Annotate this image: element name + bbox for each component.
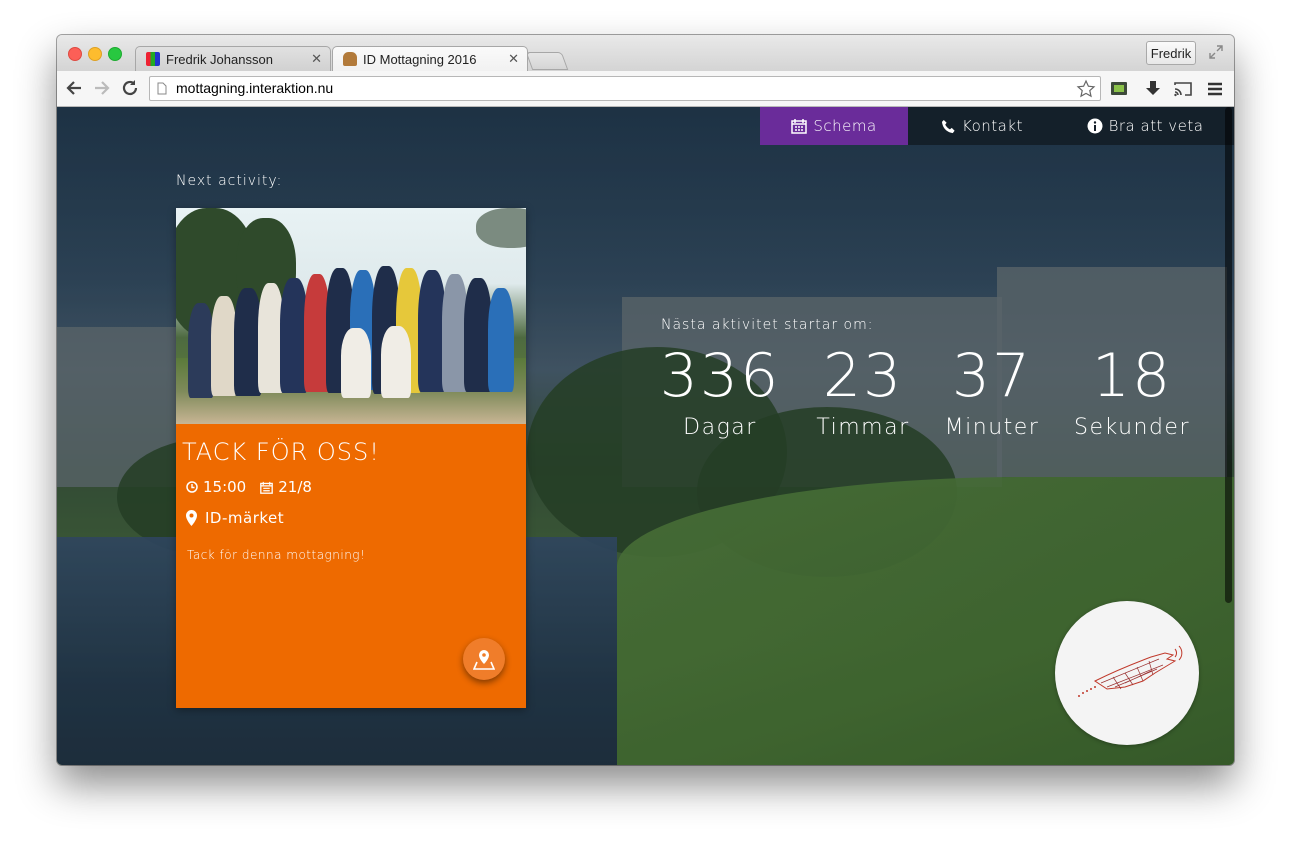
map-marker-icon bbox=[186, 510, 197, 526]
countdown-value: 37 bbox=[951, 341, 1033, 411]
tab-bar: Fredrik Johansson ✕ ID Mottagning 2016 ✕… bbox=[57, 35, 1234, 71]
browser-toolbar: mottagning.interaktion.nu bbox=[57, 71, 1234, 107]
info-icon bbox=[1087, 118, 1103, 134]
close-window-button[interactable] bbox=[68, 47, 82, 61]
activity-date-text: 21/8 bbox=[278, 478, 312, 496]
countdown-value: 336 bbox=[659, 341, 781, 411]
tab-title: Fredrik Johansson bbox=[166, 52, 273, 67]
tab-close-icon[interactable]: ✕ bbox=[311, 51, 322, 67]
reload-icon[interactable] bbox=[121, 79, 139, 97]
cast-icon[interactable] bbox=[1173, 79, 1193, 99]
browser-window: Fredrik Johansson ✕ ID Mottagning 2016 ✕… bbox=[57, 35, 1234, 765]
activity-location-text: ID-märket bbox=[205, 509, 285, 527]
address-bar[interactable]: mottagning.interaktion.nu bbox=[149, 76, 1101, 101]
countdown-label: Dagar bbox=[683, 415, 757, 440]
tab-id-mottagning[interactable]: ID Mottagning 2016 ✕ bbox=[332, 46, 528, 71]
profile-button[interactable]: Fredrik bbox=[1146, 41, 1196, 65]
nav-item-schema[interactable]: Schema bbox=[760, 107, 908, 145]
nav-label: Kontakt bbox=[962, 117, 1023, 135]
activity-card[interactable]: TACK FÖR OSS! 15:00 21/8 ID-märket Tack … bbox=[176, 208, 526, 708]
tab-title: ID Mottagning 2016 bbox=[363, 52, 477, 67]
fullscreen-icon[interactable] bbox=[1208, 44, 1224, 60]
nav-label: Bra att veta bbox=[1108, 117, 1204, 135]
countdown-value: 18 bbox=[1091, 341, 1173, 411]
zoom-window-button[interactable] bbox=[108, 47, 122, 61]
phone-icon bbox=[941, 119, 955, 133]
activity-description: Tack för denna mottagning! bbox=[187, 548, 366, 562]
countdown-label: Minuter bbox=[944, 415, 1040, 440]
nav-item-kontakt[interactable]: Kontakt bbox=[908, 107, 1056, 145]
calendar-icon bbox=[260, 481, 274, 494]
back-arrow-icon[interactable] bbox=[65, 79, 83, 97]
minimize-window-button[interactable] bbox=[88, 47, 102, 61]
activity-title: TACK FÖR OSS! bbox=[182, 438, 380, 466]
page-icon bbox=[157, 82, 167, 95]
page-scrollbar[interactable] bbox=[1225, 107, 1232, 603]
countdown-label: Sekunder bbox=[1074, 415, 1190, 440]
countdown-heading: Nästa aktivitet startar om: bbox=[661, 317, 874, 333]
hand-logo-button[interactable] bbox=[1055, 601, 1199, 745]
nav-item-bra-att-veta[interactable]: Bra att veta bbox=[1056, 107, 1234, 145]
new-tab-button[interactable] bbox=[525, 52, 569, 70]
web-page: Schema Kontakt Bra att veta Next activit… bbox=[57, 107, 1234, 765]
countdown-minutes: 37 Minuter bbox=[922, 339, 1062, 440]
menu-icon[interactable] bbox=[1205, 79, 1225, 99]
main-nav: Schema Kontakt Bra att veta bbox=[760, 107, 1234, 145]
download-icon[interactable] bbox=[1143, 79, 1163, 99]
activity-time-text: 15:00 bbox=[203, 478, 247, 496]
hand-logo-icon bbox=[1078, 645, 1183, 697]
forward-arrow-icon[interactable] bbox=[93, 79, 111, 97]
nav-label: Schema bbox=[813, 117, 877, 135]
tab-close-icon[interactable]: ✕ bbox=[508, 51, 519, 67]
clock-icon bbox=[186, 481, 198, 493]
url-text: mottagning.interaktion.nu bbox=[176, 80, 334, 96]
next-activity-heading: Next activity: bbox=[176, 173, 283, 189]
activity-meta: 15:00 21/8 bbox=[186, 478, 312, 496]
tab-fredrik-johansson[interactable]: Fredrik Johansson ✕ bbox=[135, 46, 331, 71]
bookmark-star-icon[interactable] bbox=[1076, 79, 1096, 99]
show-map-button[interactable] bbox=[463, 638, 505, 680]
extension-icon[interactable] bbox=[1109, 79, 1129, 99]
countdown-seconds: 18 Sekunder bbox=[1062, 339, 1202, 440]
favicon-icon bbox=[146, 52, 160, 66]
activity-date: 21/8 bbox=[260, 478, 312, 496]
calendar-icon bbox=[791, 119, 808, 134]
activity-location: ID-märket bbox=[186, 509, 284, 527]
activity-time: 15:00 bbox=[186, 478, 246, 496]
favicon-icon bbox=[343, 52, 357, 66]
map-pin-icon bbox=[473, 650, 495, 670]
countdown-label: Timmar bbox=[816, 415, 910, 440]
countdown-value: 23 bbox=[822, 341, 904, 411]
countdown-days: 336 Dagar bbox=[650, 339, 790, 440]
activity-photo bbox=[176, 208, 526, 424]
countdown-hours: 23 Timmar bbox=[793, 339, 933, 440]
